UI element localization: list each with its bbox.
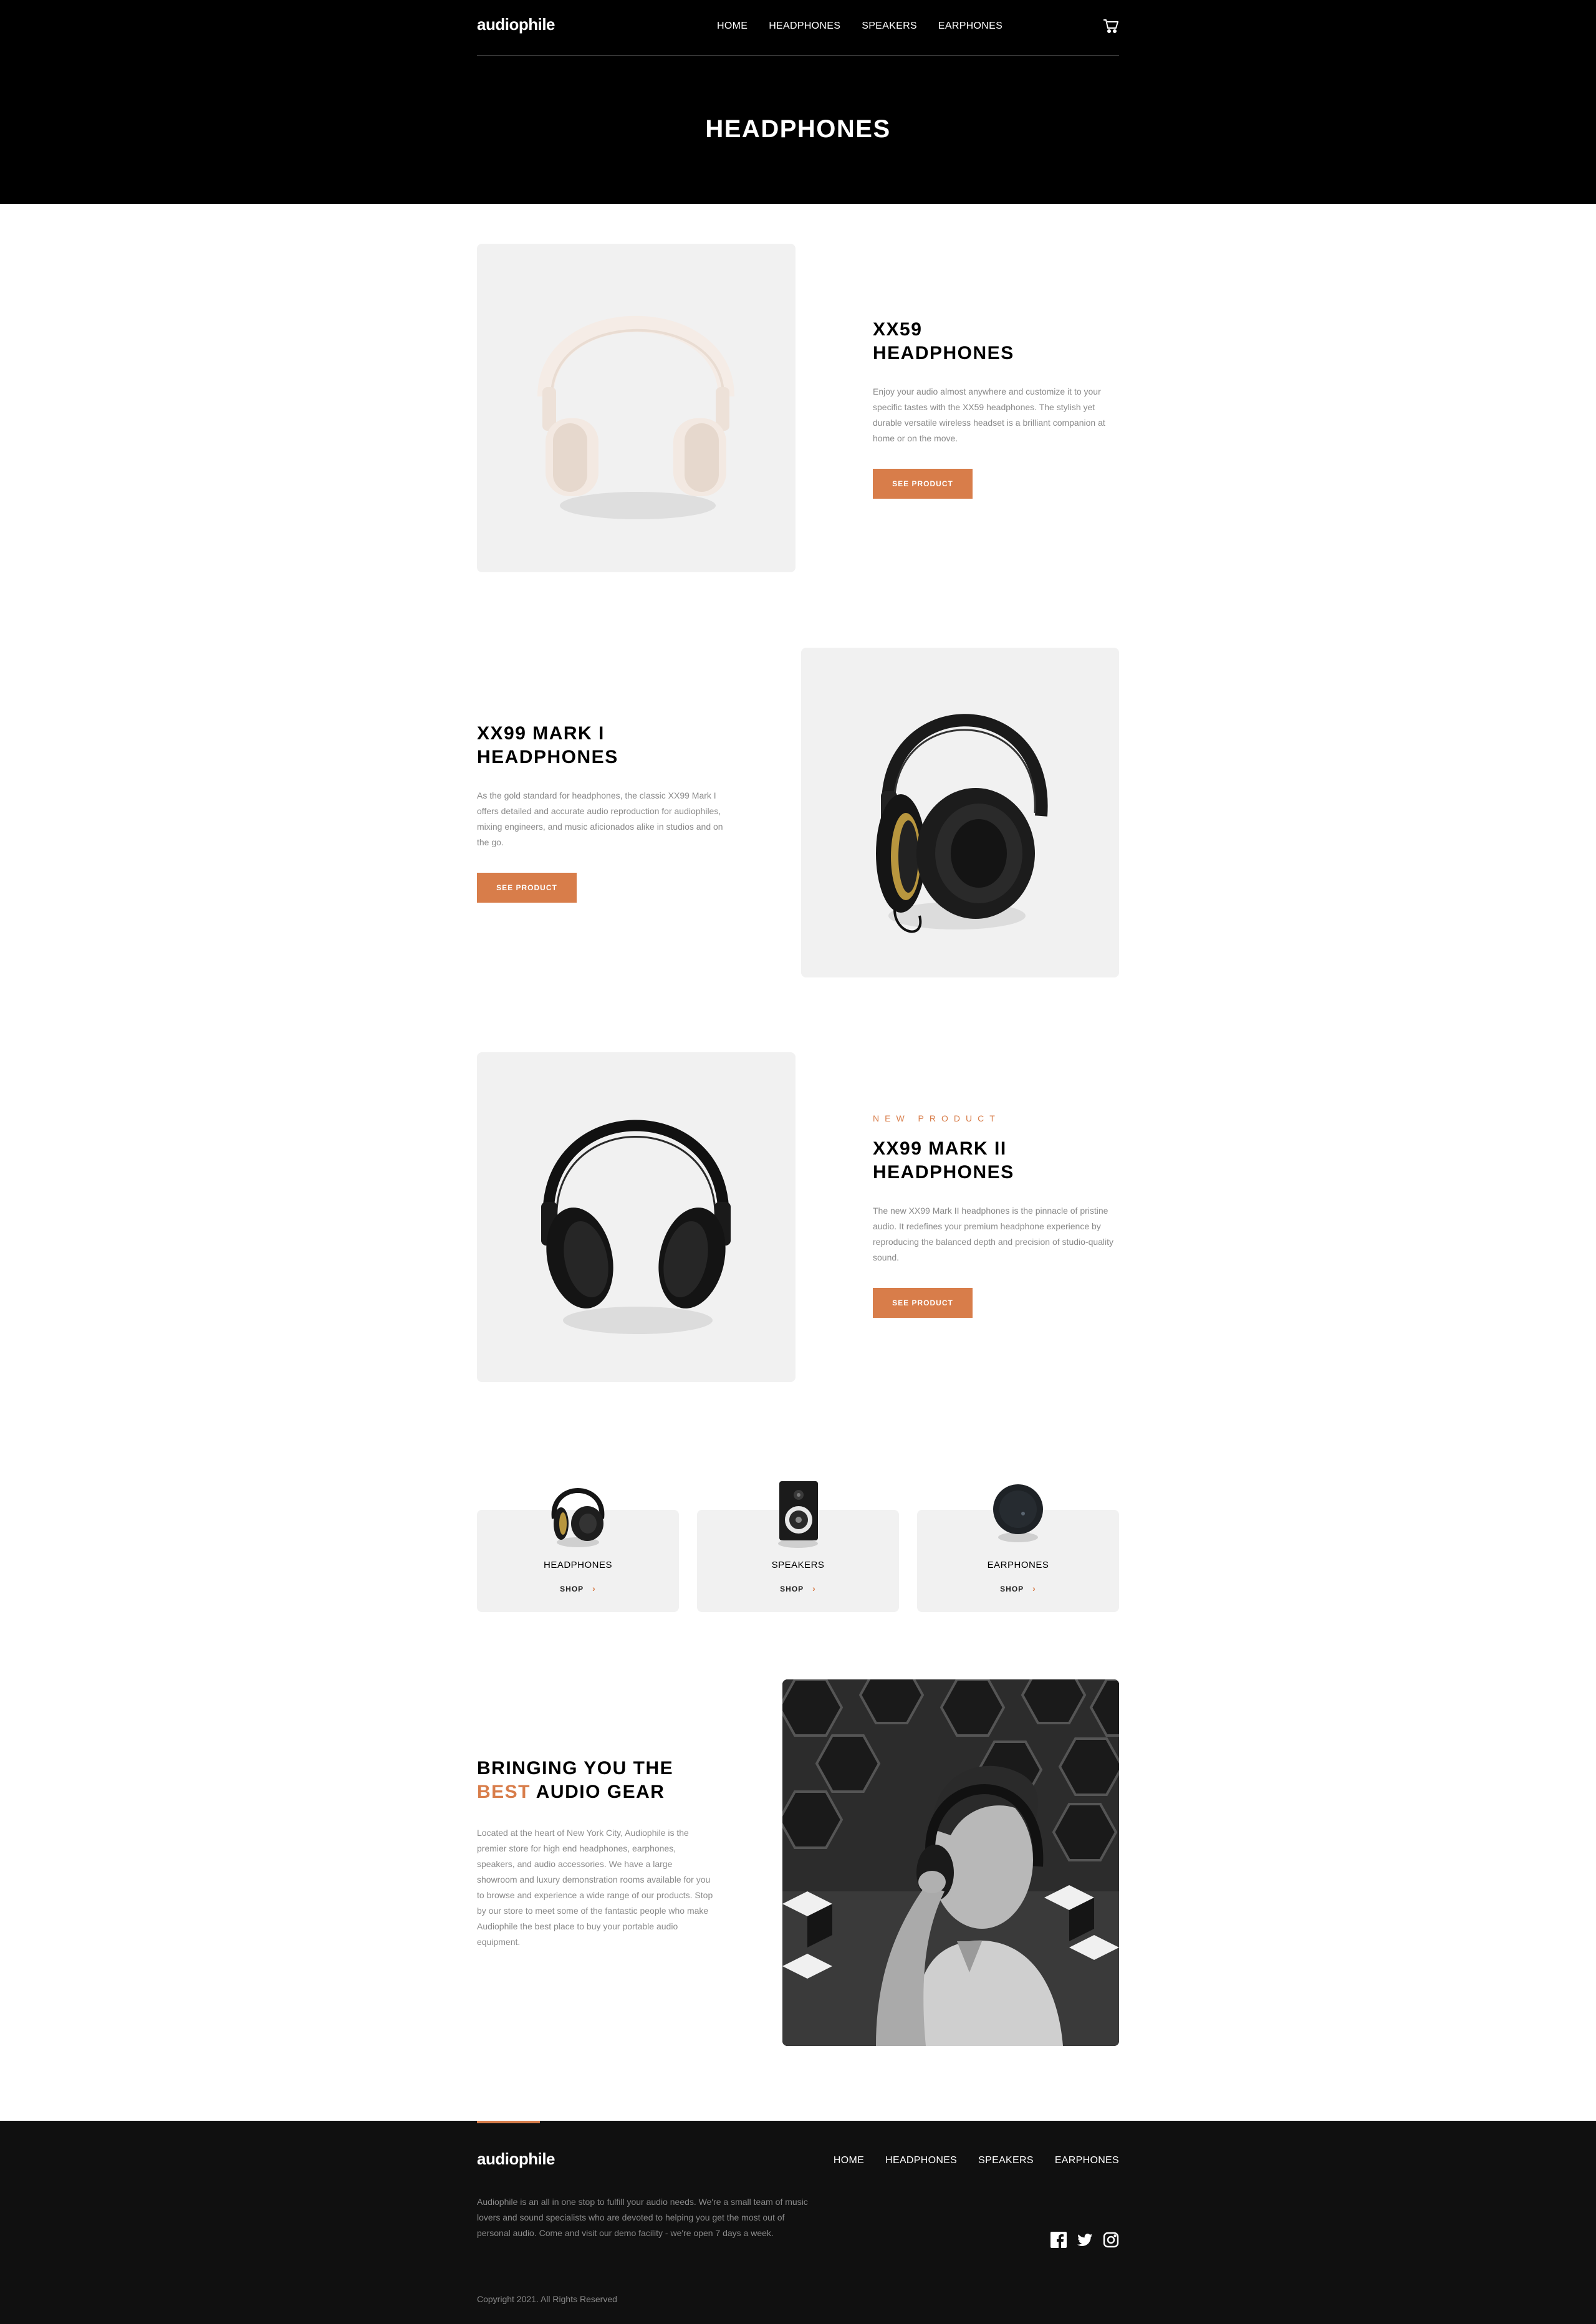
see-product-button-xx99-mark-ii[interactable]: SEE PRODUCT — [873, 1288, 973, 1318]
logo[interactable]: audiophile — [477, 15, 555, 34]
product-description: Enjoy your audio almost anywhere and cus… — [873, 387, 1105, 443]
footer-nav: HOME HEADPHONES SPEAKERS EARPHONES — [834, 2155, 1119, 2166]
chevron-right-icon: › — [1032, 1583, 1036, 1593]
shop-link-headphones[interactable]: SHOP › — [477, 1583, 679, 1593]
chevron-right-icon: › — [592, 1583, 596, 1593]
about-title-rest: AUDIO GEAR — [536, 1782, 665, 1802]
see-product-button-xx59[interactable]: SEE PRODUCT — [873, 469, 973, 499]
chevron-right-icon: › — [812, 1583, 816, 1593]
about-title-accent: BEST — [477, 1782, 531, 1802]
shop-link-speakers[interactable]: SHOP › — [697, 1583, 899, 1593]
new-product-label: NEW PRODUCT — [873, 1113, 1001, 1123]
product-name: XX99 MARK I HEADPHONES — [477, 722, 726, 769]
footer-description: Audiophile is an all in one stop to fulf… — [477, 2197, 808, 2238]
product-name-line2: HEADPHONES — [873, 1162, 1014, 1183]
category-card-headphones[interactable]: HEADPHONES SHOP › — [477, 1488, 679, 1612]
category-name: EARPHONES — [987, 1560, 1049, 1570]
product-name-line2: HEADPHONES — [873, 343, 1014, 363]
earphones-thumbnail — [981, 1475, 1055, 1550]
product-info-xx59: XX59 HEADPHONES Enjoy your audio almost … — [873, 318, 1122, 499]
nav-speakers[interactable]: SPEAKERS — [862, 21, 917, 32]
about-description: Located at the heart of New York City, A… — [477, 1828, 713, 1947]
category-card-speakers[interactable]: SPEAKERS SHOP › — [697, 1481, 899, 1612]
instagram-icon[interactable] — [1103, 2232, 1119, 2248]
speakers-thumbnail — [761, 1475, 835, 1550]
nav-home[interactable]: HOME — [717, 21, 748, 32]
product-image-xx99-mark-i — [801, 648, 1119, 977]
nav-earphones[interactable]: EARPHONES — [938, 21, 1002, 32]
top-navigation: audiophile HOME HEADPHONES SPEAKERS EARP… — [477, 0, 1119, 56]
about-title: BRINGING YOU THE BEST AUDIO GEAR — [477, 1757, 714, 1804]
facebook-icon[interactable] — [1050, 2232, 1067, 2248]
copyright: Copyright 2021. All Rights Reserved — [477, 2294, 617, 2304]
headphones-thumbnail — [541, 1475, 615, 1550]
footer-logo[interactable]: audiophile — [477, 2149, 555, 2169]
shop-link-earphones[interactable]: SHOP › — [917, 1583, 1119, 1593]
cart-icon[interactable] — [1103, 18, 1119, 34]
product-name-line1: XX99 MARK II — [873, 1138, 1007, 1159]
social-links — [1050, 2232, 1119, 2248]
product-info-xx99-mark-ii: NEW PRODUCT XX99 MARK II HEADPHONES The … — [873, 1113, 1122, 1318]
product-name: XX99 MARK II HEADPHONES — [873, 1137, 1122, 1184]
about-photo — [782, 1679, 1119, 2046]
nav-headphones[interactable]: HEADPHONES — [769, 21, 840, 32]
category-name: SPEAKERS — [771, 1560, 825, 1570]
twitter-icon[interactable] — [1077, 2232, 1093, 2248]
product-name-line2: HEADPHONES — [477, 747, 618, 767]
category-name: HEADPHONES — [543, 1560, 613, 1570]
product-name-line1: XX99 MARK I — [477, 723, 605, 744]
footer-nav-earphones[interactable]: EARPHONES — [1055, 2155, 1119, 2166]
product-description: As the gold standard for headphones, the… — [477, 790, 723, 847]
about-section: BRINGING YOU THE BEST AUDIO GEAR Located… — [477, 1757, 714, 1950]
product-image-xx99-mark-ii — [477, 1052, 796, 1382]
product-name: XX59 HEADPHONES — [873, 318, 1122, 365]
page-title: HEADPHONES — [705, 115, 891, 143]
product-info-xx99-mark-i: XX99 MARK I HEADPHONES As the gold stand… — [477, 722, 726, 903]
footer-accent-bar — [477, 2121, 540, 2123]
about-title-line1: BRINGING YOU THE — [477, 1758, 674, 1779]
site-footer: audiophile HOME HEADPHONES SPEAKERS EARP… — [0, 2121, 1596, 2324]
shop-label: SHOP — [780, 1585, 804, 1593]
footer-nav-home[interactable]: HOME — [834, 2155, 864, 2166]
shop-label: SHOP — [560, 1585, 584, 1593]
see-product-button-xx99-mark-i[interactable]: SEE PRODUCT — [477, 873, 577, 903]
category-card-earphones[interactable]: EARPHONES SHOP › — [917, 1484, 1119, 1612]
product-image-xx59 — [477, 244, 796, 572]
nav-links: HOME HEADPHONES SPEAKERS EARPHONES — [717, 21, 1002, 32]
shop-label: SHOP — [1000, 1585, 1024, 1593]
footer-nav-speakers[interactable]: SPEAKERS — [978, 2155, 1034, 2166]
product-name-line1: XX59 — [873, 319, 923, 340]
product-description: The new XX99 Mark II headphones is the p… — [873, 1206, 1114, 1262]
footer-nav-headphones[interactable]: HEADPHONES — [885, 2155, 957, 2166]
site-header: audiophile HOME HEADPHONES SPEAKERS EARP… — [0, 0, 1596, 204]
